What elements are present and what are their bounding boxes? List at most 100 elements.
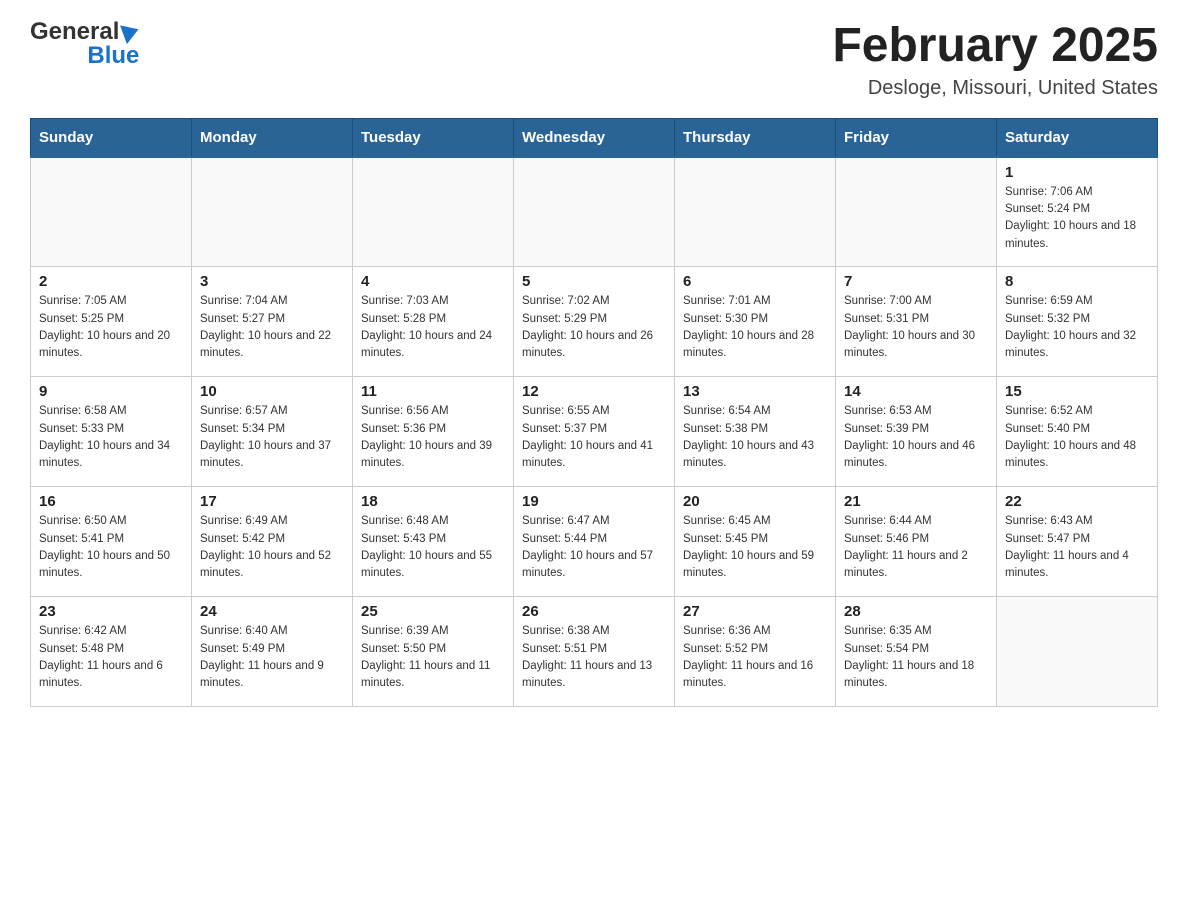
day-info: Sunrise: 6:45 AM Sunset: 5:45 PM Dayligh… bbox=[683, 513, 827, 582]
calendar-day-cell: 28 Sunrise: 6:35 AM Sunset: 5:54 PM Dayli… bbox=[836, 597, 997, 707]
day-number: 18 bbox=[361, 493, 505, 510]
day-info: Sunrise: 6:38 AM Sunset: 5:51 PM Dayligh… bbox=[522, 623, 666, 692]
day-number: 1 bbox=[1005, 164, 1149, 181]
day-info: Sunrise: 6:56 AM Sunset: 5:36 PM Dayligh… bbox=[361, 403, 505, 472]
calendar-day-cell: 8 Sunrise: 6:59 AM Sunset: 5:32 PM Daylig… bbox=[997, 267, 1158, 377]
calendar-week-row: 16 Sunrise: 6:50 AM Sunset: 5:41 PM Dayli… bbox=[31, 487, 1158, 597]
day-info: Sunrise: 6:50 AM Sunset: 5:41 PM Dayligh… bbox=[39, 513, 183, 582]
calendar-day-cell: 15Sunrise: 6:52 AM Sunset: 5:40 PM Dayli… bbox=[997, 377, 1158, 487]
logo-arrow-icon bbox=[120, 20, 142, 44]
day-info: Sunrise: 6:54 AM Sunset: 5:38 PM Dayligh… bbox=[683, 403, 827, 472]
day-of-week-header: Tuesday bbox=[353, 118, 514, 157]
day-info: Sunrise: 7:04 AM Sunset: 5:27 PM Dayligh… bbox=[200, 293, 344, 362]
day-of-week-header: Thursday bbox=[675, 118, 836, 157]
calendar-day-cell bbox=[353, 157, 514, 267]
calendar-week-row: 9 Sunrise: 6:58 AM Sunset: 5:33 PM Daylig… bbox=[31, 377, 1158, 487]
day-number: 5 bbox=[522, 273, 666, 290]
calendar-day-cell: 5 Sunrise: 7:02 AM Sunset: 5:29 PM Daylig… bbox=[514, 267, 675, 377]
day-of-week-header: Saturday bbox=[997, 118, 1158, 157]
page-title: February 2025 bbox=[832, 20, 1158, 73]
calendar-day-cell bbox=[997, 597, 1158, 707]
calendar-day-cell: 11 Sunrise: 6:56 AM Sunset: 5:36 PM Dayli… bbox=[353, 377, 514, 487]
day-info: Sunrise: 7:05 AM Sunset: 5:25 PM Dayligh… bbox=[39, 293, 183, 362]
calendar-day-cell bbox=[192, 157, 353, 267]
day-info: Sunrise: 6:53 AM Sunset: 5:39 PM Dayligh… bbox=[844, 403, 988, 472]
calendar-day-cell bbox=[514, 157, 675, 267]
day-number: 16 bbox=[39, 493, 183, 510]
day-number: 8 bbox=[1005, 273, 1149, 290]
title-block: February 2025 Desloge, Missouri, United … bbox=[832, 20, 1158, 100]
day-info: Sunrise: 6:35 AM Sunset: 5:54 PM Dayligh… bbox=[844, 623, 988, 692]
day-info: Sunrise: 6:39 AM Sunset: 5:50 PM Dayligh… bbox=[361, 623, 505, 692]
day-info: Sunrise: 6:44 AM Sunset: 5:46 PM Dayligh… bbox=[844, 513, 988, 582]
day-info: Sunrise: 6:47 AM Sunset: 5:44 PM Dayligh… bbox=[522, 513, 666, 582]
day-of-week-header: Monday bbox=[192, 118, 353, 157]
day-of-week-header: Sunday bbox=[31, 118, 192, 157]
day-number: 20 bbox=[683, 493, 827, 510]
day-info: Sunrise: 6:43 AM Sunset: 5:47 PM Dayligh… bbox=[1005, 513, 1149, 582]
day-number: 25 bbox=[361, 603, 505, 620]
day-info: Sunrise: 6:48 AM Sunset: 5:43 PM Dayligh… bbox=[361, 513, 505, 582]
day-number: 4 bbox=[361, 273, 505, 290]
day-number: 12 bbox=[522, 383, 666, 400]
day-info: Sunrise: 7:00 AM Sunset: 5:31 PM Dayligh… bbox=[844, 293, 988, 362]
day-number: 10 bbox=[200, 383, 344, 400]
day-number: 17 bbox=[200, 493, 344, 510]
day-number: 6 bbox=[683, 273, 827, 290]
calendar-day-cell bbox=[675, 157, 836, 267]
calendar-day-cell: 22 Sunrise: 6:43 AM Sunset: 5:47 PM Dayli… bbox=[997, 487, 1158, 597]
day-number: 14 bbox=[844, 383, 988, 400]
day-of-week-header: Friday bbox=[836, 118, 997, 157]
calendar-day-cell: 6 Sunrise: 7:01 AM Sunset: 5:30 PM Daylig… bbox=[675, 267, 836, 377]
day-number: 9 bbox=[39, 383, 183, 400]
calendar-day-cell: 9 Sunrise: 6:58 AM Sunset: 5:33 PM Daylig… bbox=[31, 377, 192, 487]
calendar-day-cell: 21Sunrise: 6:44 AM Sunset: 5:46 PM Dayli… bbox=[836, 487, 997, 597]
calendar-day-cell: 1Sunrise: 7:06 AM Sunset: 5:24 PM Daylig… bbox=[997, 157, 1158, 267]
day-info: Sunrise: 6:58 AM Sunset: 5:33 PM Dayligh… bbox=[39, 403, 183, 472]
day-info: Sunrise: 6:42 AM Sunset: 5:48 PM Dayligh… bbox=[39, 623, 183, 692]
day-number: 28 bbox=[844, 603, 988, 620]
day-number: 15 bbox=[1005, 383, 1149, 400]
page-subtitle: Desloge, Missouri, United States bbox=[832, 77, 1158, 100]
day-number: 24 bbox=[200, 603, 344, 620]
day-info: Sunrise: 7:03 AM Sunset: 5:28 PM Dayligh… bbox=[361, 293, 505, 362]
day-info: Sunrise: 6:49 AM Sunset: 5:42 PM Dayligh… bbox=[200, 513, 344, 582]
calendar-week-row: 1Sunrise: 7:06 AM Sunset: 5:24 PM Daylig… bbox=[31, 157, 1158, 267]
day-number: 13 bbox=[683, 383, 827, 400]
calendar-day-cell: 26 Sunrise: 6:38 AM Sunset: 5:51 PM Dayli… bbox=[514, 597, 675, 707]
calendar-day-cell: 23 Sunrise: 6:42 AM Sunset: 5:48 PM Dayli… bbox=[31, 597, 192, 707]
day-number: 11 bbox=[361, 383, 505, 400]
day-number: 23 bbox=[39, 603, 183, 620]
calendar-day-cell bbox=[836, 157, 997, 267]
calendar-day-cell: 3 Sunrise: 7:04 AM Sunset: 5:27 PM Daylig… bbox=[192, 267, 353, 377]
logo-general-text: General bbox=[30, 20, 119, 44]
day-info: Sunrise: 6:55 AM Sunset: 5:37 PM Dayligh… bbox=[522, 403, 666, 472]
day-info: Sunrise: 6:57 AM Sunset: 5:34 PM Dayligh… bbox=[200, 403, 344, 472]
day-number: 26 bbox=[522, 603, 666, 620]
day-of-week-header: Wednesday bbox=[514, 118, 675, 157]
days-of-week-row: SundayMondayTuesdayWednesdayThursdayFrid… bbox=[31, 118, 1158, 157]
calendar-day-cell: 19 Sunrise: 6:47 AM Sunset: 5:44 PM Dayli… bbox=[514, 487, 675, 597]
day-number: 7 bbox=[844, 273, 988, 290]
day-number: 19 bbox=[522, 493, 666, 510]
day-number: 22 bbox=[1005, 493, 1149, 510]
logo-blue-text: Blue bbox=[87, 44, 139, 68]
calendar-day-cell: 27Sunrise: 6:36 AM Sunset: 5:52 PM Dayli… bbox=[675, 597, 836, 707]
page-header: General Blue February 2025 Desloge, Miss… bbox=[30, 20, 1158, 100]
calendar-day-cell: 14 Sunrise: 6:53 AM Sunset: 5:39 PM Dayli… bbox=[836, 377, 997, 487]
calendar-day-cell: 18 Sunrise: 6:48 AM Sunset: 5:43 PM Dayli… bbox=[353, 487, 514, 597]
logo: General Blue bbox=[30, 20, 139, 68]
calendar-day-cell: 17 Sunrise: 6:49 AM Sunset: 5:42 PM Dayli… bbox=[192, 487, 353, 597]
day-info: Sunrise: 6:59 AM Sunset: 5:32 PM Dayligh… bbox=[1005, 293, 1149, 362]
day-number: 3 bbox=[200, 273, 344, 290]
day-info: Sunrise: 7:02 AM Sunset: 5:29 PM Dayligh… bbox=[522, 293, 666, 362]
calendar-day-cell: 4 Sunrise: 7:03 AM Sunset: 5:28 PM Daylig… bbox=[353, 267, 514, 377]
calendar-day-cell: 16 Sunrise: 6:50 AM Sunset: 5:41 PM Dayli… bbox=[31, 487, 192, 597]
calendar-day-cell bbox=[31, 157, 192, 267]
day-number: 27 bbox=[683, 603, 827, 620]
calendar-day-cell: 25 Sunrise: 6:39 AM Sunset: 5:50 PM Dayli… bbox=[353, 597, 514, 707]
calendar-week-row: 23 Sunrise: 6:42 AM Sunset: 5:48 PM Dayli… bbox=[31, 597, 1158, 707]
calendar-day-cell: 13 Sunrise: 6:54 AM Sunset: 5:38 PM Dayli… bbox=[675, 377, 836, 487]
day-info: Sunrise: 7:01 AM Sunset: 5:30 PM Dayligh… bbox=[683, 293, 827, 362]
day-info: Sunrise: 6:40 AM Sunset: 5:49 PM Dayligh… bbox=[200, 623, 344, 692]
